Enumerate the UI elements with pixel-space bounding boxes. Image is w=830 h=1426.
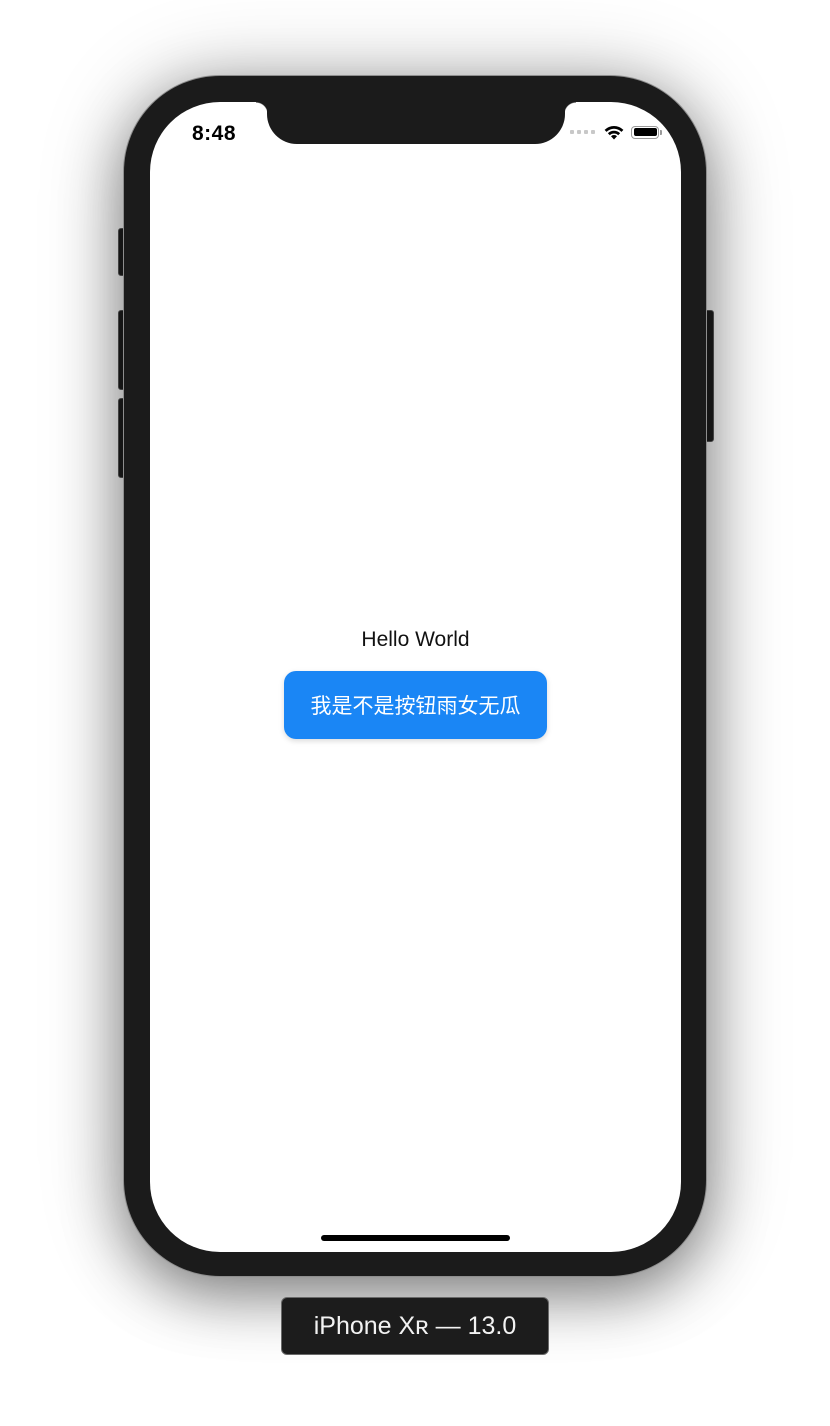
- hello-world-label: Hello World: [361, 628, 470, 651]
- signal-dots-icon: [570, 130, 595, 134]
- phone-screen: 8:48 Hello World 我是不是按钮雨女无瓜: [150, 102, 681, 1252]
- notch: [256, 102, 576, 144]
- simulator-stage: 8:48 Hello World 我是不是按钮雨女无瓜 iPhone Xʀ — …: [0, 0, 830, 1426]
- wifi-icon: [604, 126, 624, 140]
- home-indicator[interactable]: [321, 1235, 510, 1241]
- battery-icon: [631, 125, 662, 139]
- primary-button[interactable]: 我是不是按钮雨女无瓜: [284, 671, 547, 739]
- status-icons: [570, 124, 662, 140]
- status-time: 8:48: [192, 122, 237, 145]
- device-caption: iPhone Xʀ — 13.0: [281, 1297, 549, 1355]
